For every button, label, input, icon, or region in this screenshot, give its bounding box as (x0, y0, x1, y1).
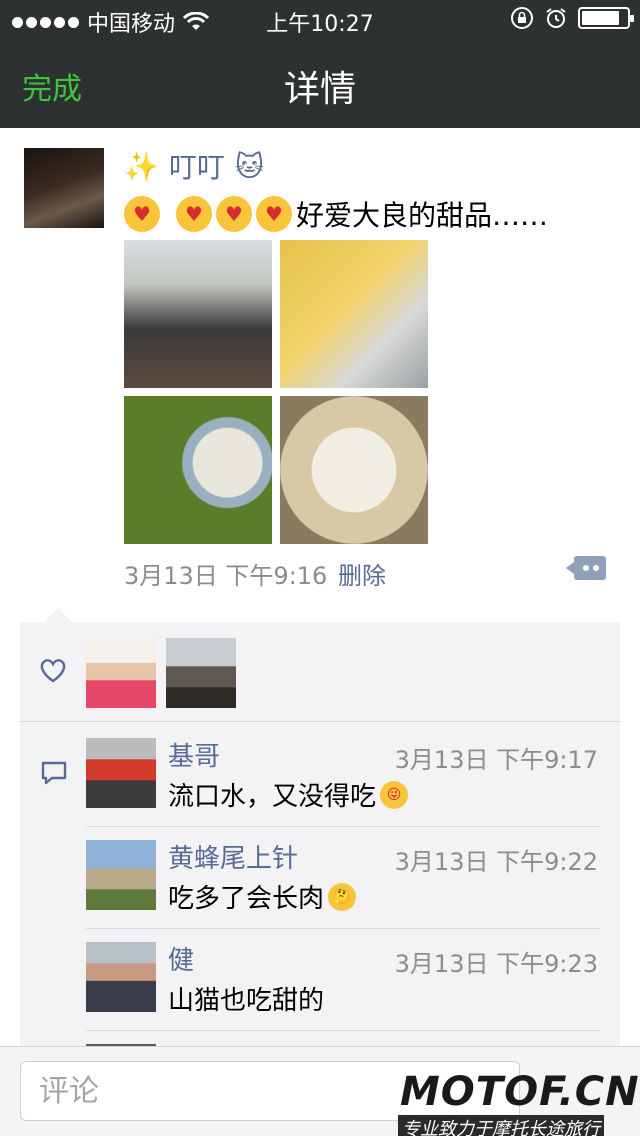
battery-level (582, 11, 619, 25)
author-avatar[interactable] (24, 148, 104, 228)
winking-tongue-emoji-icon: 😜 (380, 780, 409, 809)
comment-text-row: 吃多了会长肉 🤔 (168, 878, 357, 915)
heart-eyes-emoji-icon: ♥ (124, 196, 160, 232)
nav-bar: 完成 详情 (0, 40, 640, 128)
commenter-name[interactable]: 健 (168, 940, 194, 977)
post-detail: ✨ 叮叮 🐱 ♥ ♥ ♥ ♥ 好爱大良的甜品…… 3月13日 下午9:16 删除… (0, 128, 640, 1046)
cat-emoji-icon: 🐱 (234, 149, 265, 183)
post-photo[interactable] (124, 240, 272, 388)
post-text-row: ♥ ♥ ♥ ♥ 好爱大良的甜品…… (124, 194, 548, 234)
commenter-name[interactable]: 基哥 (168, 736, 220, 773)
comment-time: 3月13日 下午9:17 (394, 746, 598, 774)
comment-icon (41, 761, 67, 785)
watermark: MOTOF.CN 专业致力于摩托长途旅行 (398, 1061, 640, 1136)
drooling-emoji-icon: ♥ (256, 196, 292, 232)
liker-avatar[interactable] (86, 638, 156, 708)
comment-text: 吃多了会长肉 (168, 884, 325, 914)
thinking-emoji-icon: 🤔 (328, 882, 357, 911)
likes-row (20, 622, 620, 722)
commenter-avatar[interactable] (86, 942, 156, 1012)
delete-link[interactable]: 删除 (338, 556, 386, 591)
page-title: 详情 (283, 69, 356, 110)
comment-time: 3月13日 下午9:22 (394, 848, 598, 876)
comment-text: 流口水，又没得吃 (168, 782, 377, 812)
post-timestamp: 3月13日 下午9:16 (124, 562, 328, 590)
heart-icon (40, 659, 66, 683)
commenter-avatar[interactable] (86, 738, 156, 808)
author-name[interactable]: 叮叮 (169, 146, 225, 186)
orientation-lock-icon (511, 7, 533, 29)
sparkle-icon: ✨ (124, 149, 159, 183)
battery-icon (578, 7, 634, 29)
comment-text: 山猫也吃甜的 (168, 986, 325, 1016)
commenter-avatar[interactable] (86, 840, 156, 910)
comment-item[interactable]: 黄蜂尾上针 3月13日 下午9:22 吃多了会长肉 🤔 (86, 826, 620, 926)
heart-eyes-emoji-icon: ♥ (176, 196, 212, 232)
alarm-icon (546, 8, 566, 28)
status-bar: 中国移动 上午10:27 (0, 0, 640, 40)
watermark-logo: MOTOF.CN (400, 1069, 640, 1115)
comment-item[interactable]: 基哥 3月13日 下午9:17 流口水，又没得吃 😜 (86, 724, 620, 824)
comment-item[interactable]: 健 3月13日 下午9:23 山猫也吃甜的 (86, 928, 620, 1028)
post-text: 好爱大良的甜品…… (296, 199, 549, 232)
status-right (510, 6, 634, 30)
comment-menu-button[interactable] (566, 556, 606, 580)
drooling-emoji-icon: ♥ (216, 196, 252, 232)
comment-text-row: 流口水，又没得吃 😜 (168, 776, 409, 813)
commenter-name[interactable]: 黄蜂尾上针 (168, 838, 298, 875)
liker-avatar[interactable] (166, 638, 236, 708)
comment-time: 3月13日 下午9:23 (394, 950, 598, 978)
author-row: ✨ 叮叮 🐱 (124, 146, 264, 186)
interaction-panel: 基哥 3月13日 下午9:17 流口水，又没得吃 😜 黄蜂尾上针 3月13日 下… (20, 608, 620, 1046)
post-photo[interactable] (124, 396, 272, 544)
comment-bar: MOTOF.CN 专业致力于摩托长途旅行 (0, 1046, 640, 1136)
comment-item-partial[interactable] (86, 1030, 620, 1046)
post-photo[interactable] (280, 240, 428, 388)
watermark-tagline: 专业致力于摩托长途旅行 (398, 1115, 604, 1136)
comment-text-row: 山猫也吃甜的 (168, 980, 324, 1017)
post-photo[interactable] (280, 396, 428, 544)
